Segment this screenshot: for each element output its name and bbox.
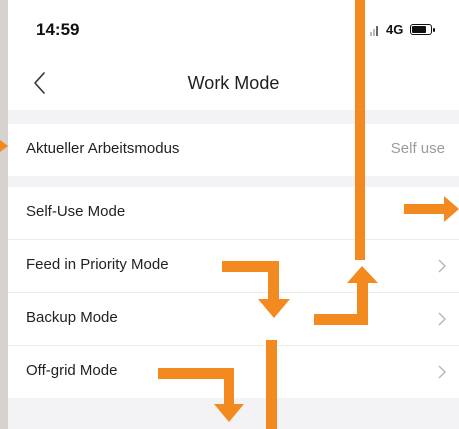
nav-bar: Work Mode xyxy=(8,60,459,110)
network-type: 4G xyxy=(386,22,404,37)
mode-row-backup[interactable]: Backup Mode xyxy=(8,293,459,345)
status-time: 14:59 xyxy=(36,20,80,39)
mode-label: Feed in Priority Mode xyxy=(26,256,169,273)
current-mode-row[interactable]: Aktueller Arbeitsmodus Self use xyxy=(8,124,459,176)
app-screen: 14:59 4G Work Mode Aktueller Arbeitsmodu… xyxy=(8,0,459,429)
mode-row-off-grid[interactable]: Off-grid Mode xyxy=(8,346,459,398)
signal-icon xyxy=(370,24,380,36)
page-title: Work Mode xyxy=(187,73,280,93)
mode-row-feed-in-priority[interactable]: Feed in Priority Mode xyxy=(8,240,459,292)
mode-label: Backup Mode xyxy=(26,309,118,326)
arrow-right-icon xyxy=(0,140,8,152)
status-bar: 14:59 4G xyxy=(8,0,459,60)
chevron-right-icon xyxy=(438,365,446,379)
mode-row-self-use[interactable]: Self-Use Mode xyxy=(8,187,459,239)
battery-icon xyxy=(410,24,435,35)
current-mode-label: Aktueller Arbeitsmodus xyxy=(26,140,180,157)
mode-label: Self-Use Mode xyxy=(26,203,126,220)
mode-label: Off-grid Mode xyxy=(26,362,118,379)
chevron-right-icon xyxy=(438,312,446,326)
chevron-right-icon xyxy=(438,259,446,273)
current-mode-value: Self use xyxy=(390,140,445,157)
